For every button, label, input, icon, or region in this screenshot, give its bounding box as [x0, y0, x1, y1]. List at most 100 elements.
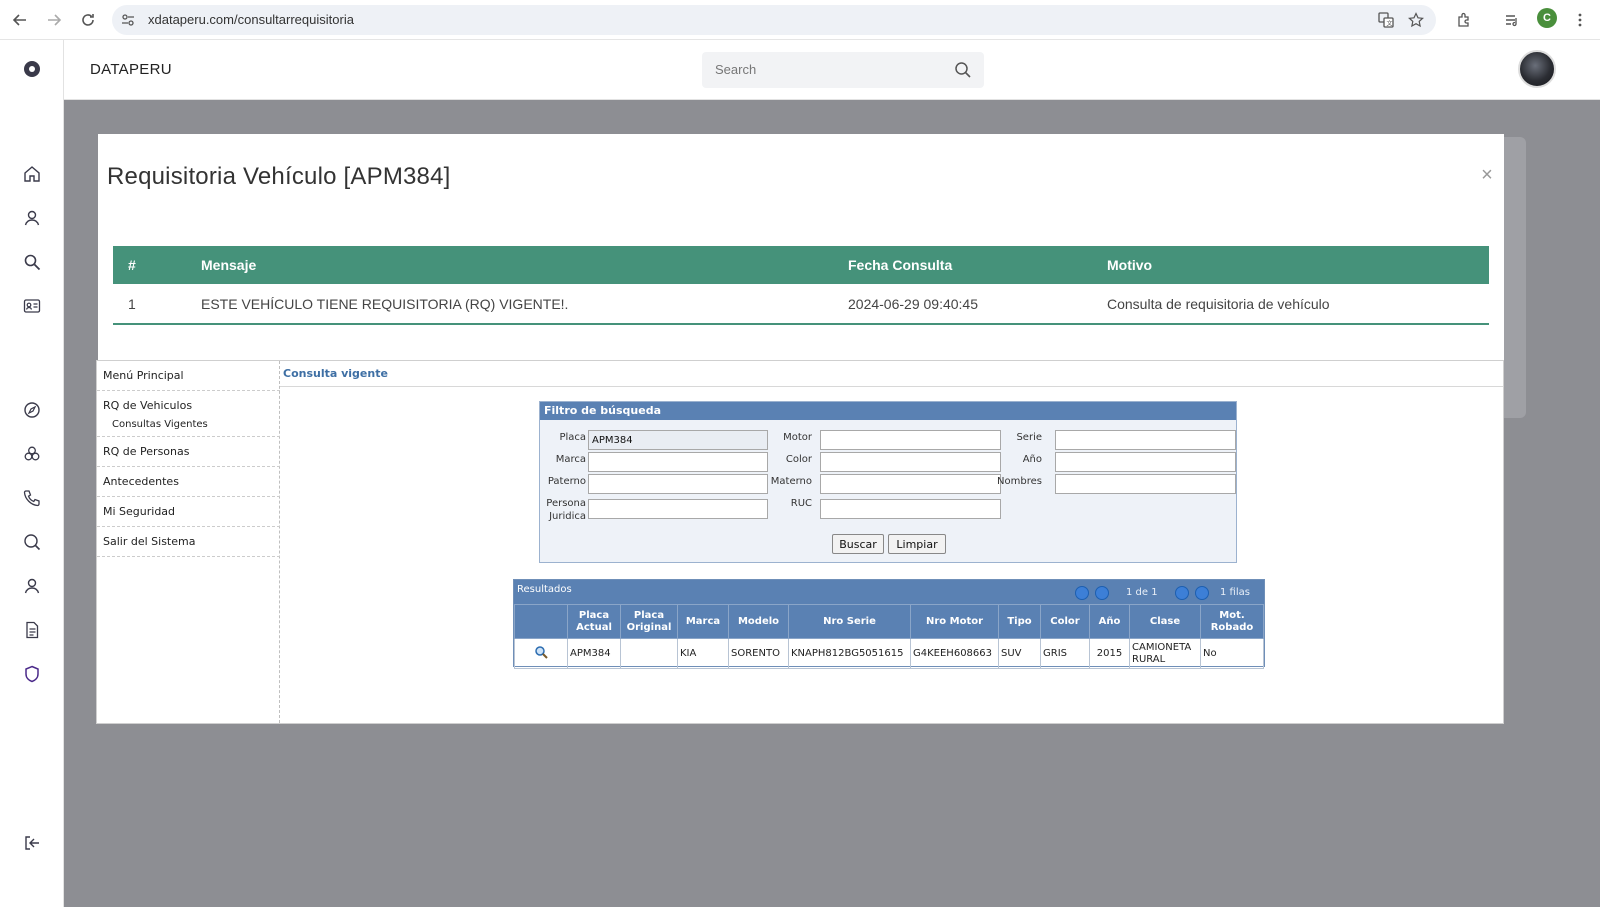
app-header: DATAPERU Search [64, 40, 1600, 100]
limpiar-button[interactable]: Limpiar [888, 534, 946, 554]
app-logo-icon[interactable] [20, 57, 44, 81]
serie-input[interactable] [1055, 430, 1236, 450]
first-page-icon[interactable] [1075, 586, 1089, 600]
column-header: Clase [1129, 604, 1201, 639]
label-ruc: RUC [790, 498, 812, 509]
column-header: Fecha Consulta [833, 246, 1092, 284]
profile-avatar[interactable]: C [1537, 8, 1557, 28]
last-page-icon[interactable] [1195, 586, 1209, 600]
cell-marca: KIA [677, 638, 729, 669]
label-juridica: Juridica [549, 511, 586, 522]
brand-name: DATAPERU [90, 61, 172, 78]
logout-icon[interactable] [20, 831, 44, 855]
phone-icon[interactable] [20, 486, 44, 510]
search-icon[interactable] [954, 61, 972, 79]
cell-reason: Consulta de requisitoria de vehículo [1092, 284, 1489, 325]
search-icon[interactable] [20, 530, 44, 554]
menu-item-salir[interactable]: Salir del Sistema [97, 527, 280, 557]
column-header: Color [1040, 604, 1090, 639]
media-control-icon[interactable] [1500, 8, 1524, 32]
filter-title: Filtro de búsqueda [540, 402, 1236, 420]
page-info: 1 de 1 [1126, 587, 1158, 598]
label-persona: Persona [546, 498, 586, 509]
menu-item-principal[interactable]: Menú Principal [97, 361, 280, 391]
buscar-button[interactable]: Buscar [832, 534, 884, 554]
label-paterno: Paterno [547, 476, 586, 487]
url-text[interactable]: xdataperu.com/consultarrequisitoria [148, 12, 354, 27]
user-avatar[interactable] [1518, 50, 1556, 88]
column-header: Placa Original [620, 604, 678, 639]
back-icon[interactable] [8, 8, 32, 32]
legacy-panel: Menú Principal RQ de Vehiculos Consultas… [96, 360, 1504, 724]
column-header: Marca [677, 604, 729, 639]
cell-index: 1 [113, 284, 186, 325]
cell-message: ESTE VEHÍCULO TIENE REQUISITORIA (RQ) VI… [186, 284, 833, 325]
table-row[interactable]: APM384 KIA SORENTO KNAPH812BG5051615 G4K… [514, 638, 1264, 669]
site-settings-icon[interactable] [120, 12, 136, 28]
user-icon[interactable] [20, 574, 44, 598]
close-icon[interactable]: × [1476, 164, 1498, 186]
forward-icon[interactable] [42, 8, 66, 32]
magnifier-icon[interactable] [514, 638, 568, 669]
nombres-input[interactable] [1055, 474, 1236, 494]
anio-input[interactable] [1055, 452, 1236, 472]
column-header: Mot. Robado [1200, 604, 1264, 639]
column-header: Modelo [728, 604, 789, 639]
ruc-input[interactable] [820, 499, 1001, 519]
rows-info: 1 filas [1220, 587, 1250, 598]
biohazard-icon[interactable] [20, 442, 44, 466]
menu-item-rq-vehiculos[interactable]: RQ de Vehiculos Consultas Vigentes [97, 391, 280, 437]
paterno-input[interactable] [588, 474, 768, 494]
browser-menu-icon[interactable] [1568, 8, 1592, 32]
search-placeholder: Search [715, 62, 757, 77]
id-card-icon[interactable] [20, 294, 44, 318]
content-title: Consulta vigente [280, 361, 1503, 387]
header-search-input[interactable]: Search [702, 52, 984, 88]
next-page-icon[interactable] [1175, 586, 1189, 600]
search-icon[interactable] [20, 250, 44, 274]
column-header: # [113, 246, 186, 284]
bookmark-star-icon[interactable] [1408, 12, 1424, 28]
table-row: 1 ESTE VEHÍCULO TIENE REQUISITORIA (RQ) … [113, 284, 1489, 325]
results-grid: Resultados 1 de 1 1 filas Placa Actual Pl… [513, 579, 1265, 669]
cell-placa-actual: APM384 [567, 638, 621, 669]
menu-item-antecedentes[interactable]: Antecedentes [97, 467, 280, 497]
menu-item-rq-personas[interactable]: RQ de Personas [97, 437, 280, 467]
column-header: Año [1089, 604, 1130, 639]
translate-icon[interactable]: 文 [1378, 12, 1394, 28]
motor-input[interactable] [820, 430, 1001, 450]
prev-page-icon[interactable] [1095, 586, 1109, 600]
materno-input[interactable] [820, 474, 1001, 494]
results-header-row: Placa Actual Placa Original Marca Modelo N… [514, 604, 1264, 639]
shield-icon[interactable] [20, 662, 44, 686]
extensions-icon[interactable] [1452, 8, 1476, 32]
column-header [514, 604, 568, 639]
label-serie: Serie [1016, 432, 1042, 443]
home-icon[interactable] [20, 162, 44, 186]
reload-icon[interactable] [76, 8, 100, 32]
color-input[interactable] [820, 452, 1001, 472]
cell-modelo: SORENTO [728, 638, 789, 669]
menu-item-label[interactable]: RQ de Vehiculos [103, 399, 192, 412]
cell-tipo: SUV [998, 638, 1041, 669]
label-motor: Motor [783, 432, 812, 443]
svg-text:文: 文 [1387, 20, 1393, 28]
user-icon[interactable] [20, 206, 44, 230]
requisitoria-table: # Mensaje Fecha Consulta Motivo 1 ESTE V… [113, 246, 1489, 325]
legacy-content: Consulta vigente Filtro de búsqueda Plac… [280, 361, 1503, 723]
persona-juridica-input[interactable] [588, 499, 768, 519]
menu-subitem-consultas-vigentes[interactable]: Consultas Vigentes [112, 419, 208, 430]
label-anio: Año [1022, 454, 1042, 465]
document-icon[interactable] [20, 618, 44, 642]
placa-input[interactable] [588, 430, 768, 450]
browser-toolbar: xdataperu.com/consultarrequisitoria 文 C [0, 0, 1600, 40]
marca-input[interactable] [588, 452, 768, 472]
app-sidebar-rail [0, 40, 64, 907]
menu-item-mi-seguridad[interactable]: Mi Seguridad [97, 497, 280, 527]
column-header: Nro Motor [910, 604, 999, 639]
cell-nro-motor: G4KEEH608663 [910, 638, 999, 669]
cell-anio: 2015 [1089, 638, 1130, 669]
compass-icon[interactable] [20, 398, 44, 422]
cell-nro-serie: KNAPH812BG5051615 [788, 638, 911, 669]
address-bar[interactable]: xdataperu.com/consultarrequisitoria 文 [112, 5, 1436, 35]
